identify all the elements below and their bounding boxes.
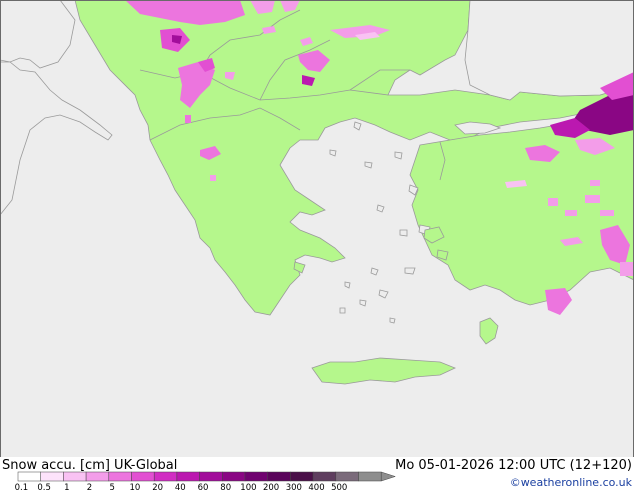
credit-text: ©weatheronline.co.uk (510, 476, 633, 489)
legend-swatch (312, 471, 337, 482)
legend-colorbar (17, 471, 397, 482)
legend-tick-label: 2 (87, 483, 92, 490)
legend-swatch (199, 471, 223, 482)
legend-swatch (63, 471, 87, 482)
legend-swatch (153, 471, 178, 482)
legend-swatch (108, 471, 132, 482)
snow-accumulation-map (0, 0, 634, 471)
legend-swatch (222, 471, 246, 482)
legend-swatch (40, 471, 64, 482)
legend-swatch (131, 471, 155, 482)
legend-tick-label: 0.5 (37, 483, 51, 490)
legend-swatch (176, 471, 200, 482)
valid-time: Mo 05-01-2026 12:00 UTC (12+120) (395, 458, 632, 473)
legend-tick-label: 200 (263, 483, 279, 490)
legend-swatch (290, 471, 314, 482)
legend-swatch (85, 471, 110, 482)
legend-tick-label: 100 (240, 483, 256, 490)
legend-swatch (335, 471, 359, 482)
legend-tick-label: 40 (175, 483, 186, 490)
legend-tick-label: 80 (220, 483, 231, 490)
legend-tick-labels: 0.1 0.5 1 2 5 10 20 40 60 80 100 200 300 400 500 (15, 483, 348, 490)
legend-tick-label: 500 (331, 483, 347, 490)
legend-swatch (267, 471, 291, 482)
legend-tick-label: 5 (109, 483, 114, 490)
legend-swatch (244, 471, 268, 482)
legend-tick-label: 20 (152, 483, 163, 490)
legend-tick-label: 400 (308, 483, 324, 490)
legend-tick-label: 10 (129, 483, 140, 490)
legend-tick-label: 1 (64, 483, 69, 490)
legend-swatch (358, 471, 382, 482)
legend-tick-label: 300 (286, 483, 302, 490)
legend-tick-label: 60 (198, 483, 209, 490)
product-title: Snow accu. [cm] UK-Global (2, 458, 177, 473)
map-footer: Snow accu. [cm] UK-Global Mo 05-01-2026 … (0, 457, 634, 490)
legend-tick-label: 0.1 (15, 483, 29, 490)
legend-swatch (17, 471, 41, 482)
